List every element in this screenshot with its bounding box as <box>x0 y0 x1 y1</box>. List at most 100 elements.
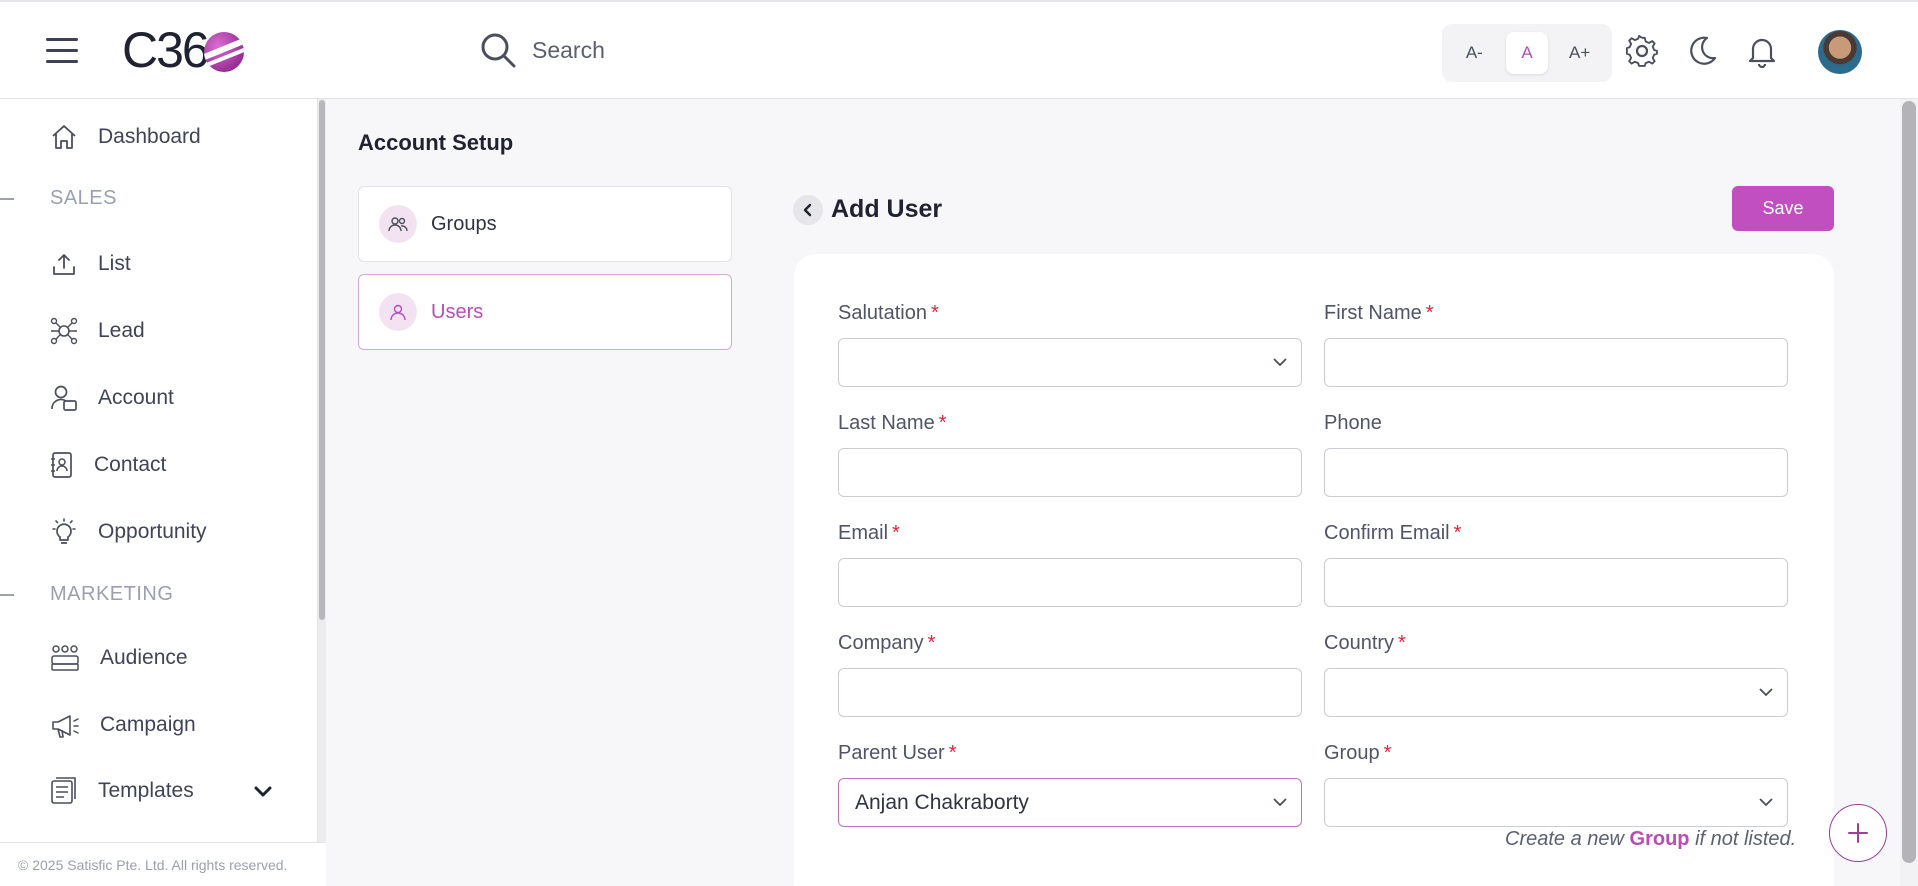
sidebar-item-label: Lead <box>98 319 145 342</box>
back-button[interactable] <box>793 195 823 225</box>
lightbulb-icon <box>52 518 76 544</box>
moon-icon[interactable] <box>1685 34 1719 68</box>
megaphone-icon <box>52 715 79 738</box>
sidebar-item-contact[interactable]: Contact <box>50 451 166 479</box>
sidebar-item-dashboard[interactable]: Dashboard <box>50 123 201 151</box>
field-label-text: Salutation <box>838 302 927 324</box>
required-marker: * <box>892 522 900 544</box>
sidebar-item-label: Dashboard <box>98 125 201 148</box>
contact-book-icon <box>51 452 72 478</box>
upload-icon <box>53 254 75 275</box>
country-select[interactable] <box>1324 668 1788 717</box>
required-marker: * <box>1425 302 1434 324</box>
search-box[interactable]: Search <box>478 30 605 70</box>
field-label-text: Company <box>838 632 924 654</box>
plus-icon <box>1848 823 1868 843</box>
chevron-down-icon <box>1273 798 1287 807</box>
company-input[interactable] <box>838 668 1302 717</box>
salutation-select[interactable] <box>838 338 1302 387</box>
create-group-hint: Create a new Group if not listed. <box>1505 828 1796 851</box>
confirm-email-input[interactable] <box>1324 558 1788 607</box>
chevron-down-icon <box>1759 798 1773 807</box>
groups-card[interactable]: Groups <box>358 186 732 262</box>
sidebar-item-account[interactable]: Account <box>50 384 174 412</box>
sidebar-item-lead[interactable]: Lead <box>50 317 145 345</box>
required-marker: * <box>1398 632 1406 654</box>
company-label: Company * <box>838 632 935 655</box>
parent-user-label: Parent User * <box>838 742 957 765</box>
required-marker: * <box>938 412 947 434</box>
home-icon <box>52 125 76 149</box>
logo-globe-icon <box>203 32 244 72</box>
group-icon <box>379 205 417 243</box>
section-divider <box>0 594 14 596</box>
user-icon <box>379 293 417 331</box>
sidebar-item-label: Contact <box>94 453 167 476</box>
hamburger-menu-icon[interactable] <box>46 38 78 64</box>
field-label-text: Country <box>1324 632 1395 654</box>
group-label: Group * <box>1324 742 1391 765</box>
account-icon <box>51 385 77 411</box>
create-group-link[interactable]: Group <box>1630 828 1690 850</box>
last-name-label: Last Name * <box>838 412 947 435</box>
chevron-down-icon[interactable] <box>254 786 272 798</box>
groups-card-label: Groups <box>431 212 497 235</box>
sidebar-item-campaign[interactable]: Campaign <box>50 711 196 739</box>
users-card[interactable]: Users <box>358 274 732 350</box>
hint-suffix: if not listed. <box>1689 828 1797 850</box>
section-title-marketing: MARKETING <box>50 583 174 605</box>
sidebar-item-label: Opportunity <box>98 520 207 543</box>
users-card-label: Users <box>431 300 484 323</box>
app-logo[interactable]: C36 <box>122 22 244 78</box>
required-marker: * <box>1383 742 1392 764</box>
required-marker: * <box>930 302 939 324</box>
bell-icon[interactable] <box>1745 34 1779 68</box>
save-button[interactable]: Save <box>1732 186 1834 231</box>
section-title-sales: SALES <box>50 187 117 209</box>
required-marker: * <box>948 742 957 764</box>
sidebar-item-opportunity[interactable]: Opportunity <box>50 518 207 546</box>
hint-prefix: Create a new <box>1505 828 1630 850</box>
search-placeholder: Search <box>532 36 605 63</box>
audience-icon <box>51 645 79 671</box>
sidebar-item-list[interactable]: List <box>50 250 131 278</box>
first-name-label: First Name * <box>1324 302 1434 325</box>
templates-icon <box>51 777 76 804</box>
sidebar-item-templates[interactable]: Templates <box>50 777 194 805</box>
first-name-input[interactable] <box>1324 338 1788 387</box>
field-label-text: Last Name <box>838 412 935 434</box>
parent-user-value: Anjan Chakraborty <box>855 791 1029 814</box>
email-label: Email * <box>838 522 900 545</box>
font-default-button[interactable]: A <box>1505 32 1548 74</box>
sidebar-scrollbar-thumb[interactable] <box>319 100 325 620</box>
last-name-input[interactable] <box>838 448 1302 497</box>
phone-label: Phone <box>1324 412 1382 435</box>
parent-user-select[interactable]: Anjan Chakraborty <box>838 778 1302 827</box>
font-size-switch: A- A A+ <box>1442 24 1612 82</box>
network-icon <box>50 317 78 345</box>
field-label-text: Confirm Email <box>1324 522 1450 544</box>
sidebar-item-label: Templates <box>98 779 194 802</box>
chevron-left-icon <box>803 203 812 217</box>
logo-text: C36 <box>122 22 210 78</box>
font-increase-button[interactable]: A+ <box>1559 32 1601 74</box>
group-select[interactable] <box>1324 778 1788 827</box>
required-marker: * <box>1453 522 1462 544</box>
sidebar-item-audience[interactable]: Audience <box>50 644 188 672</box>
gear-icon[interactable] <box>1625 34 1659 68</box>
font-decrease-button[interactable]: A- <box>1453 32 1495 74</box>
chevron-down-icon <box>1759 688 1773 697</box>
user-avatar[interactable] <box>1818 30 1862 74</box>
country-label: Country * <box>1324 632 1406 655</box>
required-marker: * <box>927 632 936 654</box>
sidebar-item-label: Account <box>98 386 174 409</box>
phone-input[interactable] <box>1324 448 1788 497</box>
add-floating-button[interactable] <box>1829 804 1887 862</box>
field-label-text: Parent User <box>838 742 945 764</box>
page-title: Account Setup <box>358 130 514 155</box>
sidebar-item-label: Audience <box>100 646 188 669</box>
field-label-text: Email <box>838 522 889 544</box>
email-input[interactable] <box>838 558 1302 607</box>
main-scrollbar-thumb[interactable] <box>1902 101 1916 863</box>
sidebar-item-label: Campaign <box>100 713 196 736</box>
